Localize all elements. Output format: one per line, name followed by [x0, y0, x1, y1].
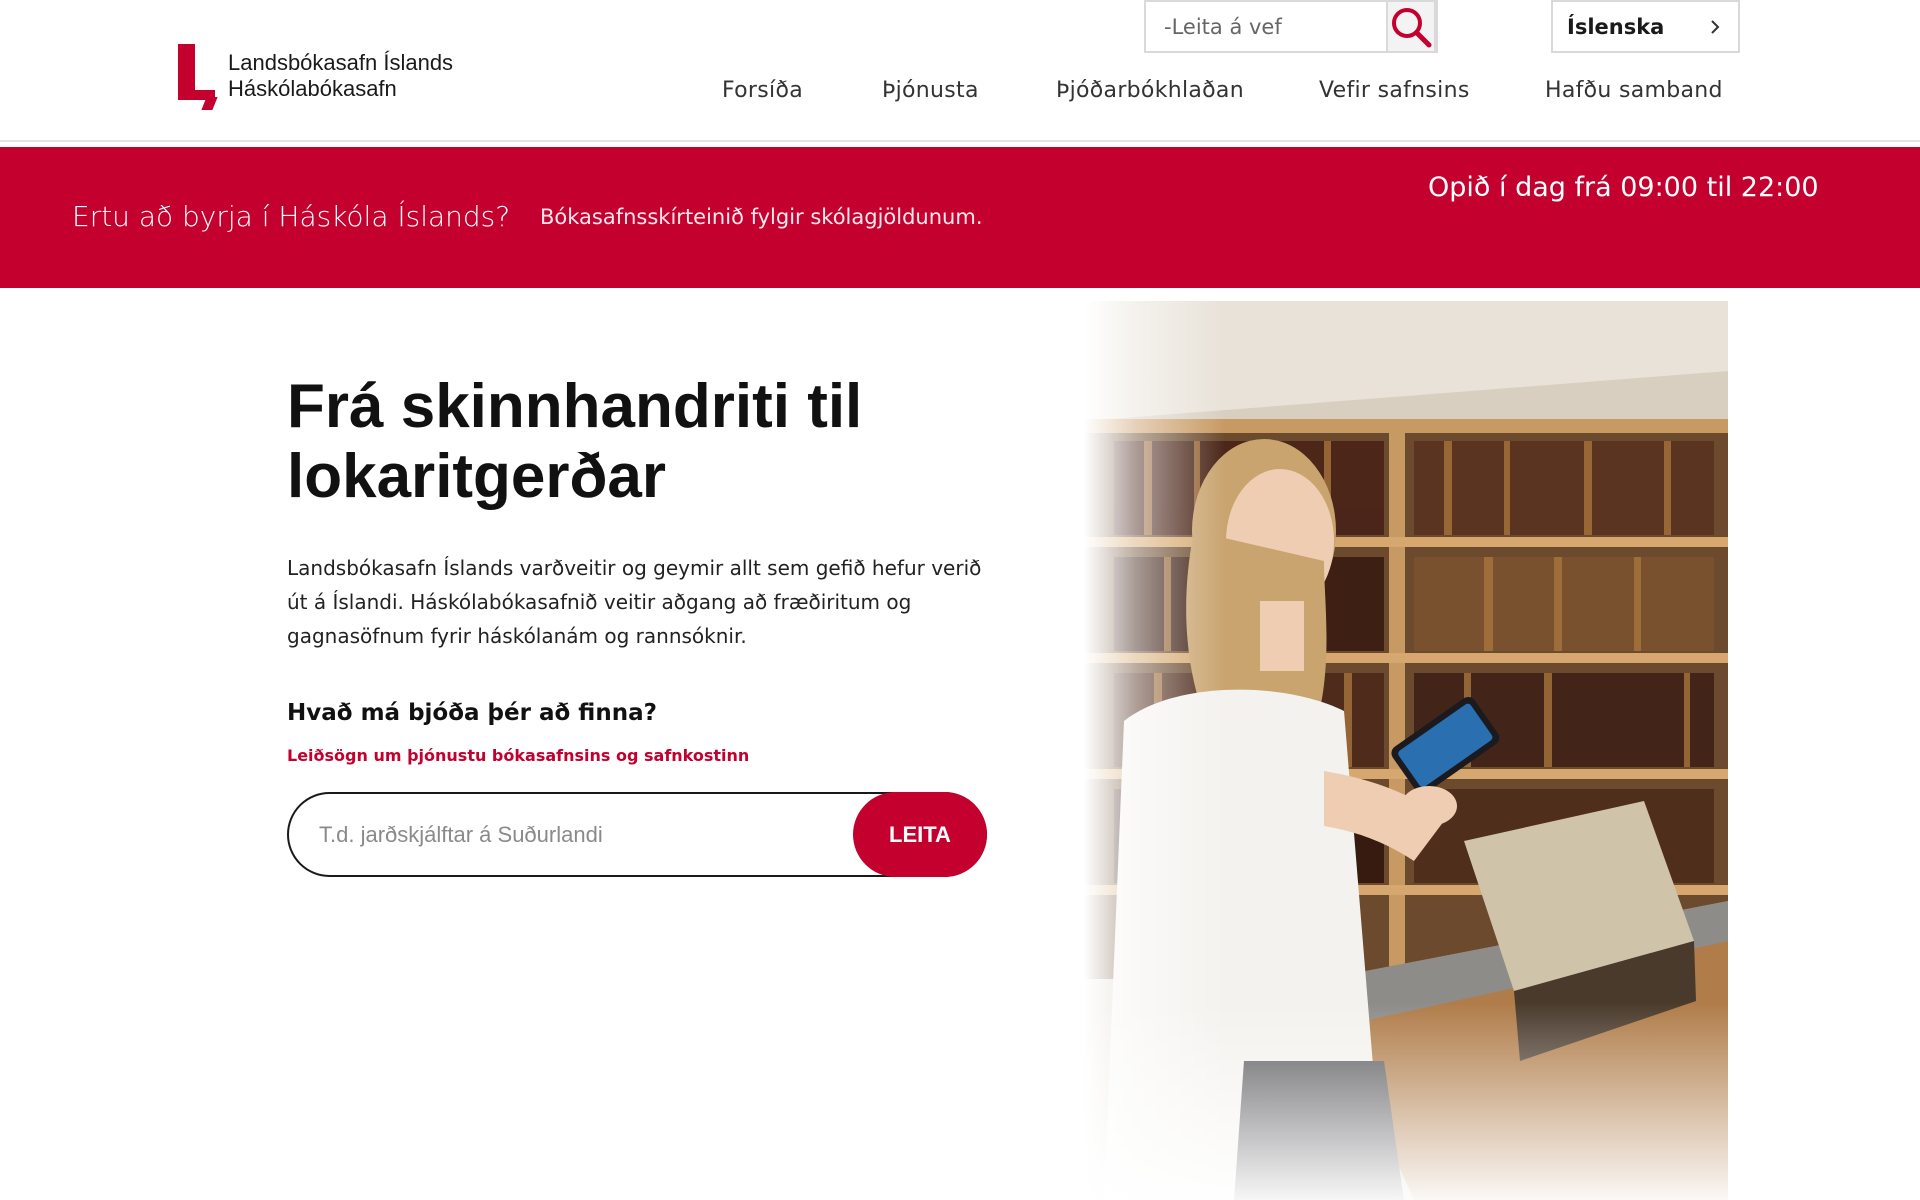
- nav-item-thjonusta[interactable]: Þjónusta: [882, 78, 979, 103]
- hero-description: Landsbókasafn Íslands varðveitir og geym…: [287, 556, 982, 648]
- site-header: Landsbókasafn Íslands Háskólabókasafn Ís…: [0, 0, 1920, 142]
- nav-item-thjodarbokhladan[interactable]: Þjóðarbókhlaðan: [1056, 78, 1244, 103]
- info-banner: Ertu að byrja í Háskóla Íslands? Bókasaf…: [0, 147, 1920, 288]
- nav-item-vefir-safnsins[interactable]: Vefir safnsins: [1319, 78, 1470, 103]
- language-selector[interactable]: Íslenska: [1551, 0, 1740, 53]
- logo-line-1: Landsbókasafn Íslands: [228, 50, 454, 75]
- catalog-search: LEITA: [287, 792, 987, 877]
- catalog-search-button[interactable]: LEITA: [853, 792, 987, 877]
- library-scene-illustration: [1084, 301, 1728, 1200]
- site-search-button[interactable]: [1386, 0, 1436, 53]
- hero-photo: [1084, 301, 1728, 1200]
- hero-search-heading: Hvað má bjóða þér að finna?: [287, 700, 657, 726]
- main-nav: Forsíða Þjónusta Þjóðarbókhlaðan Vefir s…: [0, 78, 1920, 114]
- hero-title: Frá skinnhandriti til lokaritgerðar: [287, 372, 863, 511]
- banner-subtext: Bókasafnsskírteinið fylgir skólagjöldunu…: [540, 205, 983, 229]
- language-label: Íslenska: [1567, 14, 1665, 39]
- library-guide-link[interactable]: Leiðsögn um þjónustu bókasafnsins og saf…: [287, 746, 749, 765]
- catalog-search-input[interactable]: [319, 814, 859, 856]
- banner-question-link[interactable]: Ertu að byrja í Háskóla Íslands?: [72, 200, 510, 233]
- site-search: [1144, 0, 1438, 53]
- chevron-right-icon: [1711, 19, 1720, 34]
- search-icon: [1392, 7, 1432, 47]
- nav-item-forsida[interactable]: Forsíða: [722, 78, 803, 103]
- site-search-input[interactable]: [1146, 2, 1386, 51]
- opening-hours: Opið í dag frá 09:00 til 22:00: [1428, 172, 1819, 203]
- nav-item-hafdu-samband[interactable]: Hafðu samband: [1545, 78, 1723, 103]
